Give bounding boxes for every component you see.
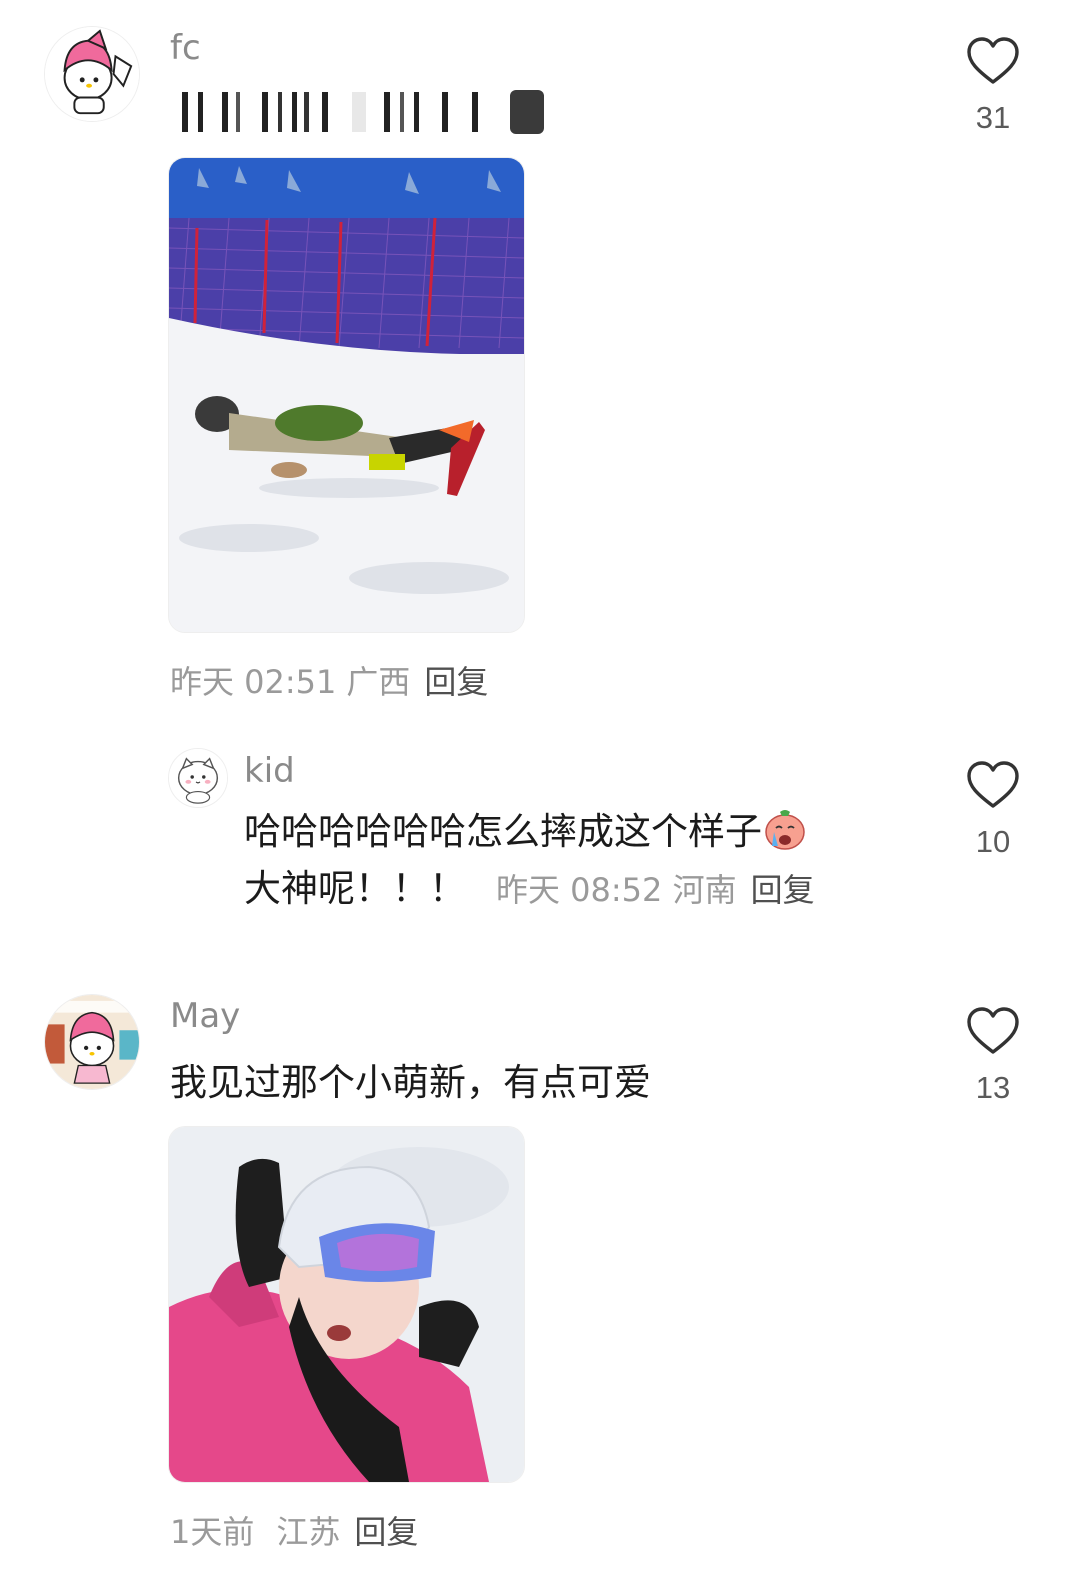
reply-button[interactable]: 回复 (424, 663, 488, 701)
reply-button[interactable]: 回复 (751, 871, 815, 909)
heart-outline-icon (967, 1007, 1019, 1054)
like-count: 31 (975, 100, 1011, 135)
comment-text: 我见过那个小萌新，有点可爱 (170, 1061, 651, 1104)
censored-text (182, 90, 544, 134)
heart-outline-icon (967, 37, 1019, 84)
heart-outline-icon (967, 761, 1019, 808)
comment-text: 大神呢！！！ 昨天 08:52 河南 回复 (244, 860, 815, 919)
comment-image[interactable] (169, 158, 524, 632)
comment-text-line: 哈哈哈哈哈哈怎么摔成这个样子 (244, 810, 762, 853)
comment-time: 1天前 (170, 1513, 255, 1551)
crying-face-emoji (765, 810, 805, 850)
comment-meta: 昨天 02:51 广西 回复 (170, 662, 488, 702)
avatar[interactable] (168, 748, 228, 808)
avatar[interactable] (44, 26, 140, 122)
avatar[interactable] (44, 994, 140, 1090)
like-count: 13 (975, 1070, 1011, 1105)
like-count: 10 (975, 824, 1011, 859)
comment-image[interactable] (169, 1127, 524, 1482)
comment-location: 江苏 (276, 1513, 341, 1551)
comment-location: 河南 (672, 871, 737, 909)
comment-meta: 1天前 江苏 回复 (170, 1512, 418, 1552)
comment-location: 广西 (346, 663, 411, 701)
comment-time: 昨天 02:51 (170, 663, 337, 701)
username[interactable]: fc (170, 28, 201, 68)
username[interactable]: kid (244, 751, 295, 791)
comment-text-line: 大神呢！！！ (244, 867, 466, 910)
username[interactable]: May (170, 996, 240, 1036)
like-button[interactable]: 31 (958, 36, 1028, 136)
like-button[interactable]: 10 (958, 760, 1028, 860)
comment-meta: 昨天 08:52 河南 回复 (496, 871, 815, 909)
reply-button[interactable]: 回复 (354, 1513, 418, 1551)
comment-text: 哈哈哈哈哈哈怎么摔成这个样子 (244, 803, 808, 860)
comment-time: 昨天 08:52 (496, 871, 663, 909)
like-button[interactable]: 13 (958, 1006, 1028, 1106)
